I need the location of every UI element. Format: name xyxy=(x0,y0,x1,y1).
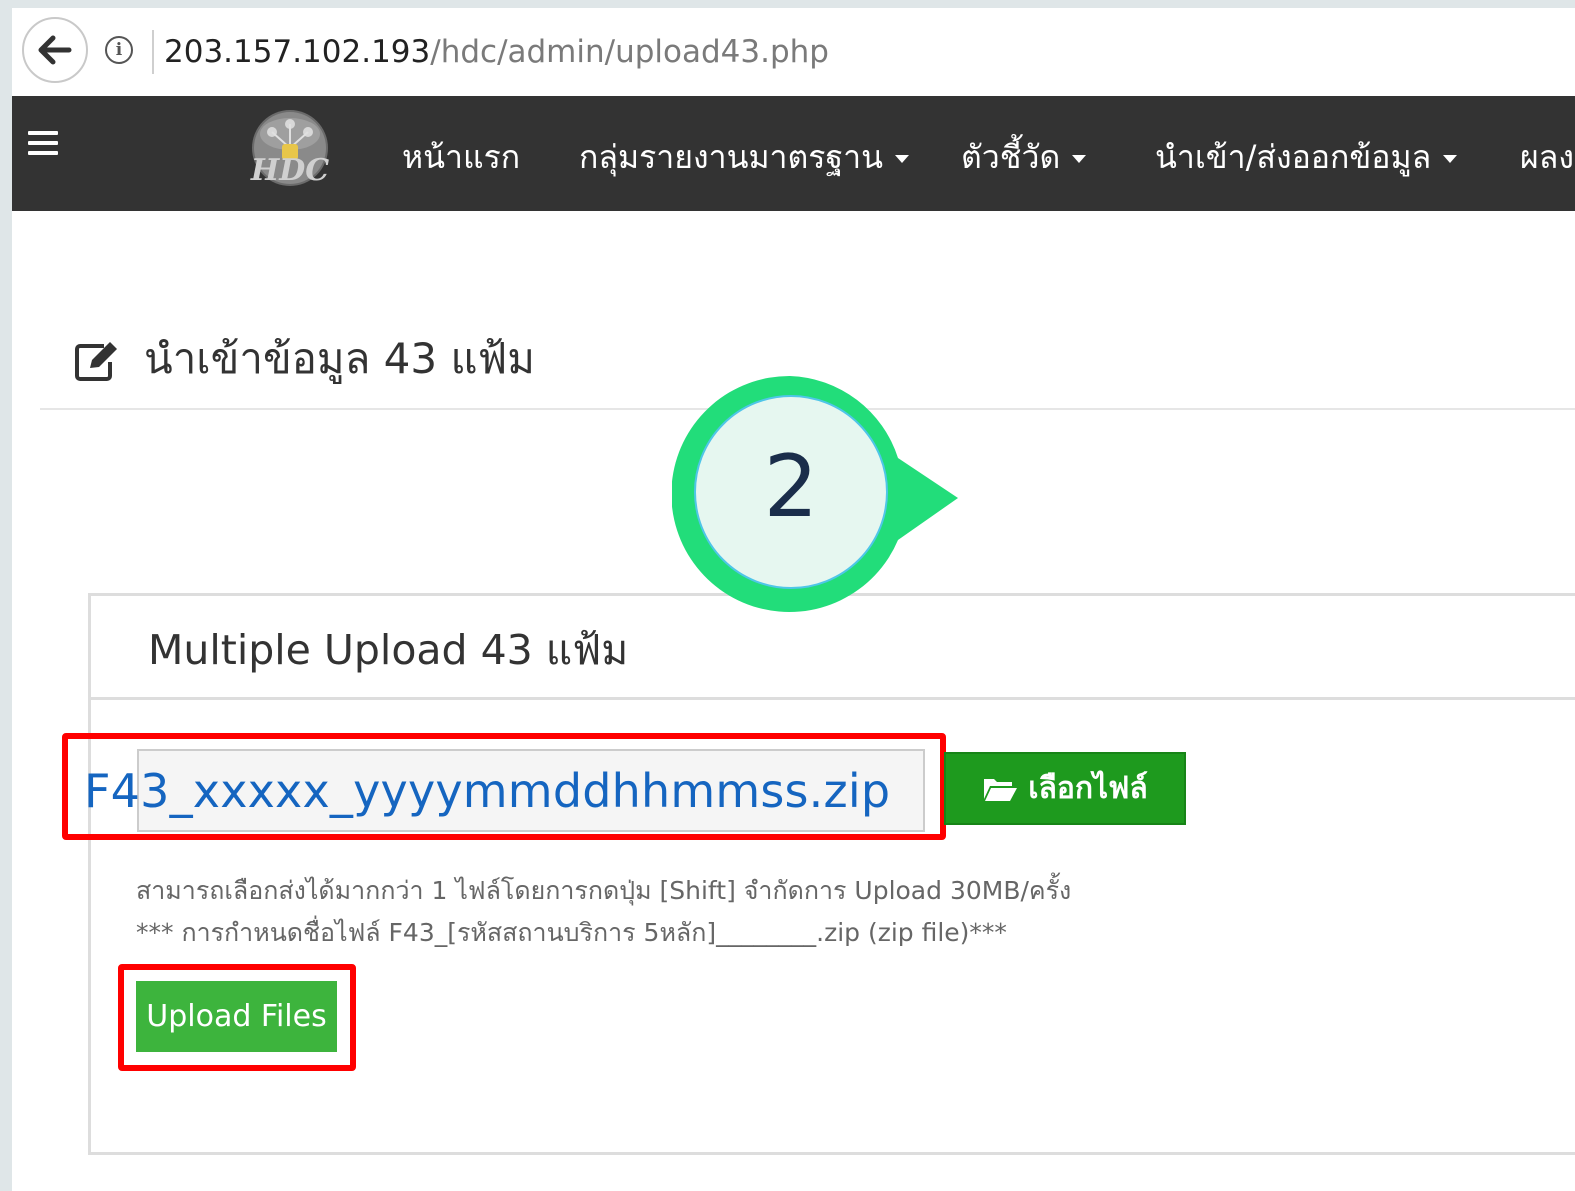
menu-icon[interactable] xyxy=(28,131,58,161)
page-title: นำเข้าข้อมูล 43 แฟ้ม xyxy=(144,334,535,383)
back-arrow-icon xyxy=(38,35,72,65)
step-number: 2 xyxy=(763,437,819,537)
choose-file-label: เลือกไฟล์ xyxy=(1028,771,1148,806)
caret-down-icon xyxy=(1072,155,1087,163)
info-icon[interactable]: i xyxy=(105,36,133,64)
nav-item-label: หน้าแรก xyxy=(402,138,521,176)
url-host: 203.157.102.193 xyxy=(164,34,431,70)
edit-icon xyxy=(75,342,117,381)
panel-title: Multiple Upload 43 แฟ้ม xyxy=(148,626,629,674)
upload-button-highlight xyxy=(118,964,356,1071)
nav-item-import-export[interactable]: นำเข้า/ส่งออกข้อมูล xyxy=(1155,136,1458,178)
choose-file-button[interactable]: เลือกไฟล์ xyxy=(944,752,1186,825)
nav-item-label: ผลง xyxy=(1520,138,1574,176)
back-button[interactable] xyxy=(22,17,88,83)
nav-item-home[interactable]: หน้าแรก xyxy=(402,136,520,178)
logo-text: HDC xyxy=(250,153,329,188)
nav-item-label: นำเข้า/ส่งออกข้อมูล xyxy=(1155,138,1432,176)
nav-item-results[interactable]: ผลง xyxy=(1520,136,1574,178)
nav-item-label: ตัวชี้วัด xyxy=(961,138,1061,176)
url-field[interactable]: 203.157.102.193/hdc/admin/upload43.php xyxy=(164,32,829,72)
folder-open-icon xyxy=(984,778,1018,801)
hdc-logo[interactable]: HDC xyxy=(244,108,336,196)
address-bar: i 203.157.102.193/hdc/admin/upload43.php xyxy=(12,8,1575,97)
caret-down-icon xyxy=(894,155,909,163)
help-line-shift: สามารถเลือกส่งได้มากกว่า 1 ไฟล์โดยการกดป… xyxy=(136,876,1072,905)
nav-item-label: กลุ่มรายงานมาตรฐาน xyxy=(579,138,883,176)
address-divider xyxy=(152,30,154,74)
help-line-filename: *** การกำหนดชื่อไฟล์ F43_[รหัสสถานบริการ… xyxy=(136,918,1007,947)
caret-down-icon xyxy=(1443,155,1458,163)
nav-item-standard-reports[interactable]: กลุ่มรายงานมาตรฐาน xyxy=(579,136,909,178)
top-navbar: HDC หน้าแรก กลุ่มรายงานมาตรฐาน ตัวชี้วัด… xyxy=(12,96,1575,211)
browser-window: i 203.157.102.193/hdc/admin/upload43.php… xyxy=(12,8,1575,1191)
file-field-highlight xyxy=(62,733,946,840)
help-text: สามารถเลือกส่งได้มากกว่า 1 ไฟล์โดยการกดป… xyxy=(136,870,1071,954)
url-path: /hdc/admin/upload43.php xyxy=(430,34,829,70)
nav-item-indicators[interactable]: ตัวชี้วัด xyxy=(961,136,1087,178)
